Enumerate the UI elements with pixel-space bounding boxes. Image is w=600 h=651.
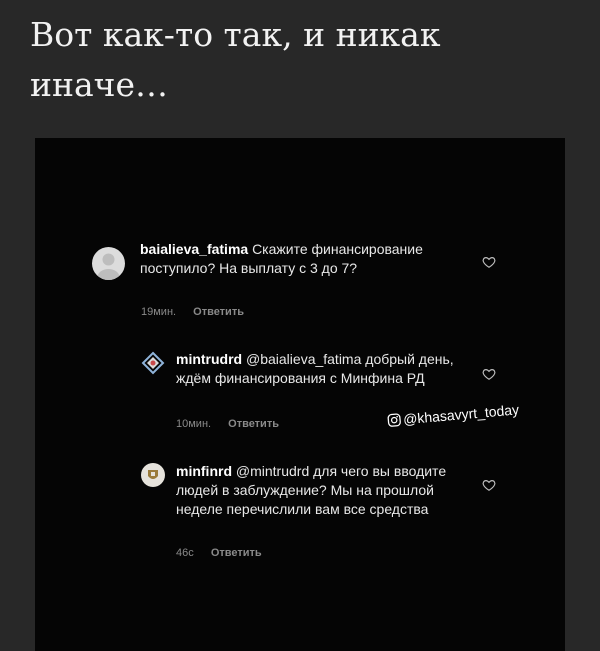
post-caption: Вот как-то так, и никак иначе… (30, 15, 441, 104)
comment-text: minfinrd @mintrudrd для чего вы вводите … (176, 462, 476, 519)
instagram-icon (387, 413, 401, 427)
avatar-minfinrd[interactable] (141, 463, 165, 487)
comments-screenshot: baialieva_fatima Скажите финансирование … (35, 138, 565, 651)
coat-of-arms-icon (148, 470, 158, 479)
comment-time: 46с (176, 547, 194, 559)
comment-username[interactable]: minfinrd (176, 463, 232, 479)
comment-meta: 46с Ответить (176, 547, 262, 559)
heart-icon[interactable] (482, 478, 496, 492)
reply-button[interactable]: Ответить (211, 547, 262, 559)
comment-reply-item: minfinrd @mintrudrd для чего вы вводите … (35, 138, 565, 578)
